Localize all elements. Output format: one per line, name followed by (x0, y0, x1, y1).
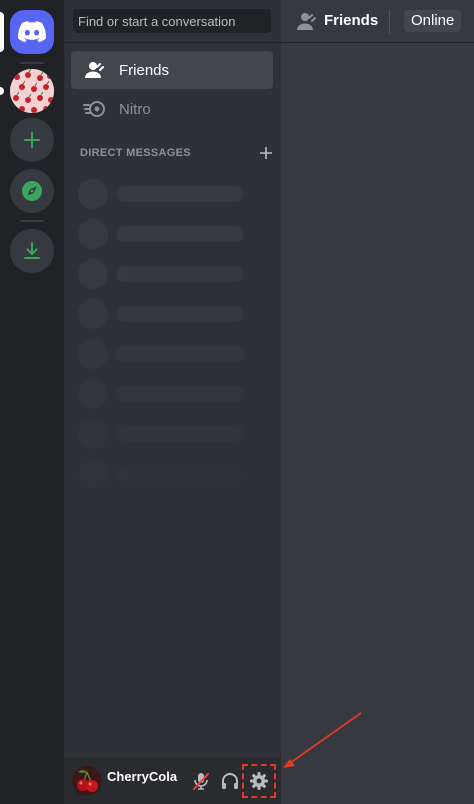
settings-highlight-box (242, 764, 276, 798)
avatar[interactable] (72, 766, 102, 796)
create-dm-plus-icon[interactable] (259, 146, 273, 160)
user-panel: CherryCola (64, 757, 281, 804)
friends-icon (297, 13, 316, 30)
dm-sidebar: Friends Nitro DIRECT MESSAGES (64, 0, 281, 804)
direct-messages-title: DIRECT MESSAGES (80, 147, 191, 159)
server-rail (0, 0, 64, 804)
dm-placeholder-row (78, 459, 258, 489)
rail-separator (20, 62, 44, 64)
nitro-icon (83, 97, 107, 121)
headphones-icon (222, 773, 238, 789)
dm-placeholder-row (78, 179, 258, 209)
username: CherryCola (107, 769, 178, 784)
direct-messages-header: DIRECT MESSAGES (80, 146, 273, 160)
tab-online[interactable]: Online (404, 10, 462, 32)
nav-item-nitro[interactable]: Nitro (71, 90, 273, 128)
header-divider (389, 10, 390, 34)
microphone-muted-icon (193, 773, 209, 790)
search-bar (64, 0, 281, 43)
dm-placeholder-row (78, 259, 258, 289)
dm-placeholder-row (78, 379, 258, 409)
page-title: Friends (324, 12, 379, 29)
main-content: Friends Online (281, 0, 474, 804)
discord-app: Friends Nitro DIRECT MESSAGES (0, 0, 474, 804)
dm-placeholder-row (78, 219, 258, 249)
dm-placeholder-row (78, 339, 258, 369)
download-icon (24, 242, 40, 259)
plus-icon (24, 132, 40, 148)
deafen-button[interactable] (218, 769, 242, 793)
dm-placeholder-row (78, 299, 258, 329)
friends-label: Friends (119, 61, 170, 79)
discord-logo-icon (18, 21, 46, 43)
add-server-button[interactable] (10, 118, 54, 162)
server-icon-cherry[interactable] (10, 69, 54, 113)
cherry-pattern-icon (10, 69, 54, 113)
dm-placeholder-row (78, 419, 258, 449)
nitro-label: Nitro (119, 100, 151, 118)
home-button[interactable] (10, 10, 54, 54)
compass-icon (22, 181, 42, 201)
search-input[interactable] (73, 9, 271, 33)
rail-separator (20, 220, 44, 222)
mute-button[interactable] (189, 769, 213, 793)
explore-servers-button[interactable] (10, 169, 54, 213)
cherry-avatar-icon (72, 766, 102, 796)
home-selected-indicator (0, 12, 4, 52)
friends-icon (83, 58, 107, 82)
friends-header: Friends Online (281, 0, 474, 43)
unread-indicator (0, 87, 4, 95)
download-apps-button[interactable] (10, 229, 54, 273)
nav-item-friends[interactable]: Friends (71, 51, 273, 89)
